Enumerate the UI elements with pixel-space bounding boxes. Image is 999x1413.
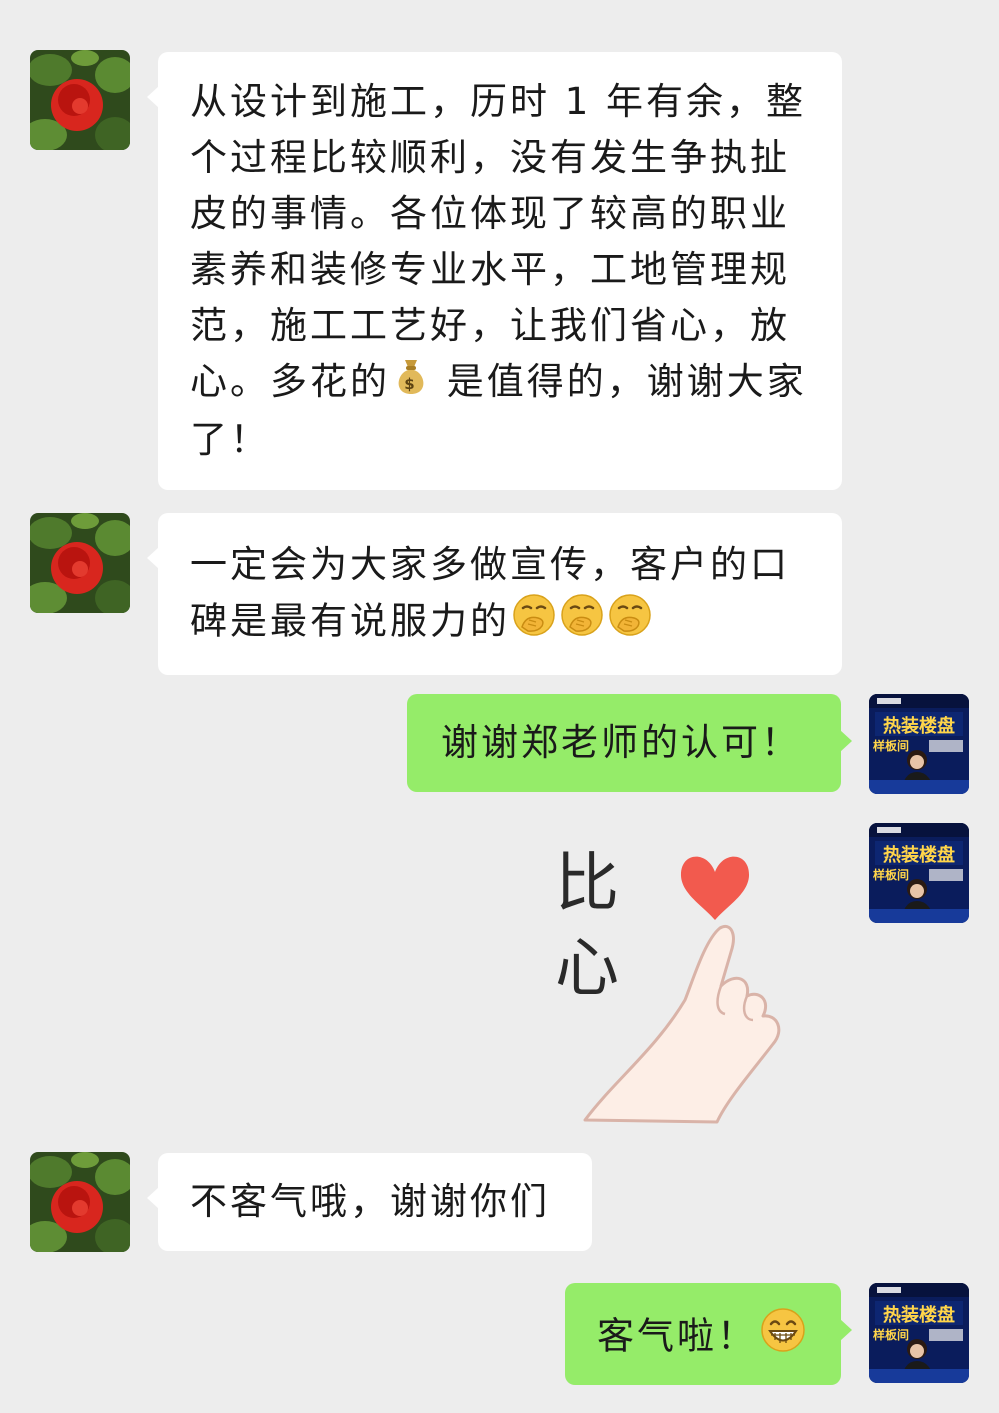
rose-avatar-icon <box>30 1152 130 1252</box>
poster-avatar-icon: 热装楼盘 样板间 <box>869 1283 969 1383</box>
svg-text:样板间: 样板间 <box>873 1327 909 1342</box>
self-avatar[interactable]: 热装楼盘 样板间 <box>869 823 969 923</box>
contact-avatar[interactable] <box>30 513 130 613</box>
grinning-face-icon <box>759 1306 807 1370</box>
self-avatar[interactable]: 热装楼盘 样板间 <box>869 694 969 794</box>
poster-avatar-icon: 热装楼盘 样板间 <box>869 694 969 794</box>
finger-heart-sticker[interactable]: 比 心 <box>545 830 845 1130</box>
heart-icon <box>680 856 750 920</box>
sticker-text-bi: 比 <box>555 847 619 921</box>
message-bubble-3[interactable]: 谢谢郑老师的认可！ <box>407 694 852 792</box>
message-bubble-2[interactable]: 一定会为大家多做宣传，客户的口碑是最有说服力的 <box>147 513 842 675</box>
contact-avatar[interactable] <box>30 1152 130 1252</box>
svg-text:$: $ <box>404 375 417 393</box>
rose-avatar-icon <box>30 50 130 150</box>
svg-text:热装楼盘: 热装楼盘 <box>883 844 955 866</box>
message-bubble-6[interactable]: 客气啦！ <box>565 1283 852 1385</box>
rose-avatar-icon <box>30 513 130 613</box>
sticker-text-xin: 心 <box>555 932 619 1006</box>
svg-text:热装楼盘: 热装楼盘 <box>883 715 955 737</box>
money-bag-icon: $ <box>392 356 430 412</box>
self-avatar[interactable]: 热装楼盘 样板间 <box>869 1283 969 1383</box>
svg-text:样板间: 样板间 <box>873 738 909 753</box>
contact-avatar[interactable] <box>30 50 130 150</box>
message-bubble-5[interactable]: 不客气哦，谢谢你们 <box>147 1153 592 1251</box>
poster-avatar-icon: 热装楼盘 样板间 <box>869 823 969 923</box>
message-bubble-1[interactable]: 从设计到施工，历时 1 年有余，整个过程比较顺利，没有发生争执扯皮的事情。各位体… <box>147 52 842 490</box>
message-6-text: 客气啦！ <box>597 1314 757 1358</box>
hand-over-mouth-icon <box>560 593 604 653</box>
hand-over-mouth-icon <box>608 593 652 653</box>
message-5-text: 不客气哦，谢谢你们 <box>190 1180 550 1223</box>
message-1-text-before: 从设计到施工，历时 1 年有余，整个过程比较顺利，没有发生争执扯皮的事情。各位体… <box>190 80 807 403</box>
svg-text:样板间: 样板间 <box>873 867 909 882</box>
svg-text:热装楼盘: 热装楼盘 <box>883 1304 955 1326</box>
hand-over-mouth-icon <box>512 593 556 653</box>
message-2-text: 一定会为大家多做宣传，客户的口碑是最有说服力的 <box>190 543 790 643</box>
message-3-text: 谢谢郑老师的认可！ <box>441 721 801 764</box>
